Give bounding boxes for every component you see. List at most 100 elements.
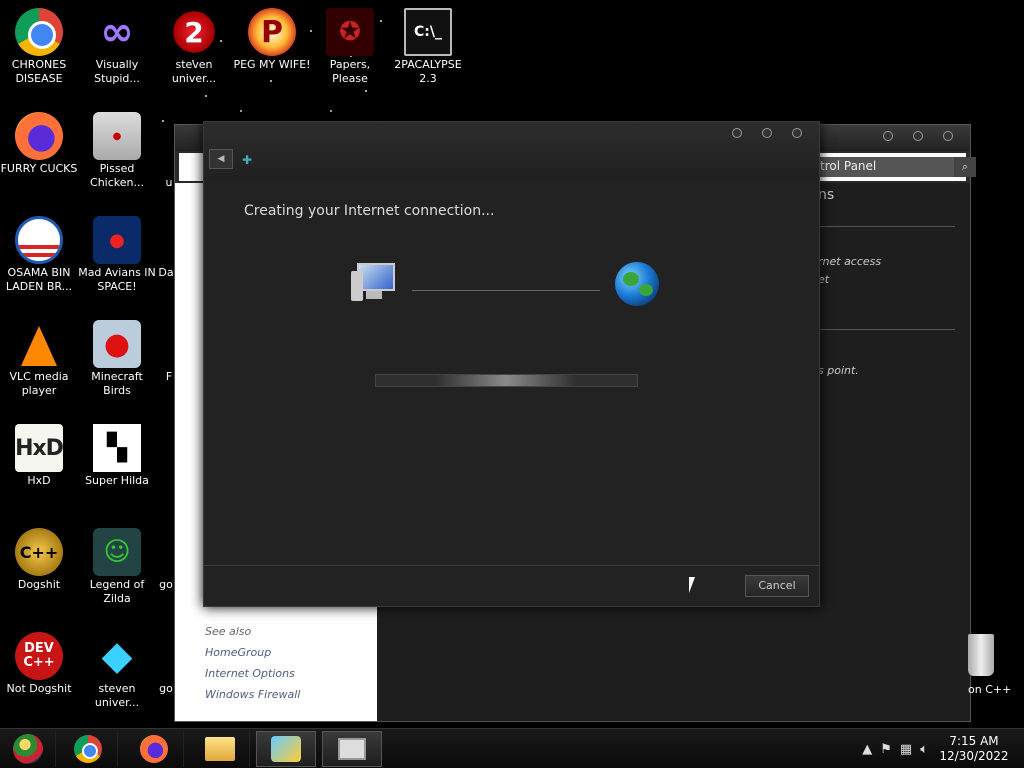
divider: [815, 226, 955, 227]
desktop-icon-label: Legend of Zilda: [89, 578, 145, 605]
desktop-icon-label: Papers, Please: [329, 58, 371, 85]
desktop-icon-2pacalypse[interactable]: C:\_ 2PACALYPSE 2.3: [389, 8, 467, 86]
taskbar-connection-wizard[interactable]: [256, 731, 316, 767]
desktop-icon-label: Mad Avians IN SPACE!: [78, 266, 156, 293]
partial-icon-label: go: [158, 578, 174, 592]
desktop-icon-furry-cucks[interactable]: FURRY CUCKS: [0, 112, 78, 176]
chrome-icon: [73, 735, 102, 763]
vlc-icon-wrap: [15, 320, 63, 368]
computer-icon: [351, 263, 397, 305]
network-icon[interactable]: ▦: [900, 742, 912, 757]
recycle-bin-icon[interactable]: [968, 634, 994, 676]
desktop-icon-not-dogshit[interactable]: DEV C++ Not Dogshit: [0, 632, 78, 696]
taskbar-control-panel[interactable]: [322, 731, 382, 767]
dialog-minimize-button[interactable]: [732, 128, 742, 138]
globe-icon: [615, 262, 659, 306]
desktop-icon-papers-please[interactable]: ✪ Papers, Please: [311, 8, 389, 86]
link-internet-options[interactable]: Internet Options: [205, 667, 295, 680]
partial-label-go: go: [159, 682, 173, 695]
desktop-icon-label: Not Dogshit: [6, 682, 72, 695]
desktop-icon-steven-universe[interactable]: 2 steven univer...: [155, 8, 233, 86]
computer-tower: [351, 271, 363, 301]
partial-icon-label: go: [158, 682, 174, 696]
dialog-heading: Creating your Internet connection...: [244, 203, 495, 219]
computer-stand: [366, 291, 382, 299]
clock-date: 12/30/2022: [939, 749, 1009, 763]
dev-cpp-icon: DEV C++: [15, 632, 63, 680]
firefox-icon: [15, 112, 63, 160]
desktop-icon-pissed-chicken[interactable]: ● Pissed Chicken...: [78, 112, 156, 190]
volume-icon[interactable]: 🔈︎: [920, 742, 928, 757]
angry-birds-space-icon: ●: [93, 216, 141, 264]
partial-label-da: Da: [158, 266, 174, 279]
visual-studio-icon: ∞: [100, 9, 134, 55]
taskbar-explorer[interactable]: [190, 731, 250, 767]
desktop-icon-label: HxD: [27, 474, 51, 487]
search-control-panel-input[interactable]: trol Panel ⌕: [814, 157, 976, 177]
papers-please-icon: ✪: [326, 8, 374, 56]
link-windows-firewall[interactable]: Windows Firewall: [205, 688, 300, 701]
desktop-icon-legend-of-zilda[interactable]: ☺ Legend of Zilda: [78, 528, 156, 606]
link-homegroup[interactable]: HomeGroup: [205, 646, 271, 659]
progress-bar: [375, 374, 638, 387]
angry-birds-seasons-icon: ●: [93, 112, 141, 160]
desktop-icon-mad-avians[interactable]: ● Mad Avians IN SPACE!: [78, 216, 156, 294]
access-point-text: s point.: [818, 364, 859, 377]
steven-universe-icon: 2: [170, 8, 218, 56]
zelda-character-icon: ☺: [93, 528, 141, 576]
show-hidden-icons-icon[interactable]: ▲: [862, 742, 872, 757]
folder-icon: [204, 737, 235, 761]
desktop-icon-label: Visually Stupid...: [94, 58, 140, 85]
desktop-icon-label: PEG MY WIFE!: [233, 58, 311, 71]
dialog-maximize-button[interactable]: [762, 128, 772, 138]
back-arrow-icon: ◀: [217, 154, 225, 164]
desktop-icon-label: FURRY CUCKS: [0, 162, 78, 175]
desktop-icon-dogshit[interactable]: C++ Dogshit: [0, 528, 78, 592]
internet-access-text[interactable]: rnet access: [818, 255, 881, 268]
dialog-close-button[interactable]: [792, 128, 802, 138]
search-input-text: trol Panel: [820, 159, 877, 173]
back-button[interactable]: ◀: [209, 149, 233, 169]
desktop-icon-chrones-disease[interactable]: CHRONES DISEASE: [0, 8, 78, 86]
progress-marquee: [436, 375, 576, 386]
vlc-cone-icon: [21, 326, 57, 366]
desktop-icon-osama[interactable]: OSAMA BIN LADEN BR...: [0, 216, 78, 294]
internet-connection-dialog[interactable]: ◀ ✚ Creating your Internet connection...…: [203, 121, 820, 607]
desktop-icon-label: Dogshit: [17, 578, 61, 591]
partial-icon-label: Da: [156, 266, 176, 280]
network-wizard-icon: ✚: [242, 153, 253, 167]
taskbar-chrome[interactable]: [58, 731, 118, 767]
search-icon[interactable]: ⌕: [954, 157, 976, 177]
angry-birds-icon: ●: [93, 320, 141, 368]
desktop-icon-label: CHRONES DISEASE: [11, 58, 67, 85]
desktop-icon-peg-my-wife[interactable]: P PEG MY WIFE!: [233, 8, 311, 72]
clock[interactable]: 7:15 AM 12/30/2022: [936, 734, 1012, 764]
start-button[interactable]: [0, 731, 56, 767]
desktop-icon-visually-stupid[interactable]: ∞ Visually Stupid...: [78, 8, 156, 86]
desktop-icon-super-hilda[interactable]: ▚ Super Hilda: [78, 424, 156, 488]
command-prompt-icon: C:\_: [404, 8, 452, 56]
desktop-icon-label: Pissed Chicken...: [90, 162, 144, 189]
desktop-icon-label: steven univer...: [94, 682, 140, 709]
clock-time: 7:15 AM: [949, 734, 999, 748]
divider: [815, 329, 955, 330]
hilda-icon: ▚: [93, 424, 141, 472]
close-button[interactable]: [943, 131, 953, 141]
cancel-button[interactable]: Cancel: [745, 575, 809, 597]
desktop-icon-hxd[interactable]: HxD HxD: [0, 424, 78, 488]
desktop-icon-label: Super Hilda: [85, 474, 149, 487]
desktop-icon-label: VLC media player: [9, 370, 69, 397]
obama-logo-icon: [15, 216, 63, 264]
page-title-fragment: ns: [818, 187, 835, 203]
chrome-icon: [15, 8, 63, 56]
taskbar-firefox[interactable]: [124, 731, 184, 767]
desktop-icon-minecraft-birds[interactable]: ● Minecraft Birds: [78, 320, 156, 398]
dialog-titlebar[interactable]: ◀ ✚: [204, 122, 819, 180]
desktop-icon-vlc[interactable]: VLC media player: [0, 320, 78, 398]
desktop-icon-label: OSAMA BIN LADEN BR...: [5, 266, 73, 293]
minimize-button[interactable]: [883, 131, 893, 141]
maximize-button[interactable]: [913, 131, 923, 141]
action-center-flag-icon[interactable]: ⚑: [880, 742, 892, 757]
network-wizard-icon: [271, 736, 301, 762]
desktop-icon-steven-universe-2[interactable]: ◆ steven univer...: [78, 632, 156, 710]
